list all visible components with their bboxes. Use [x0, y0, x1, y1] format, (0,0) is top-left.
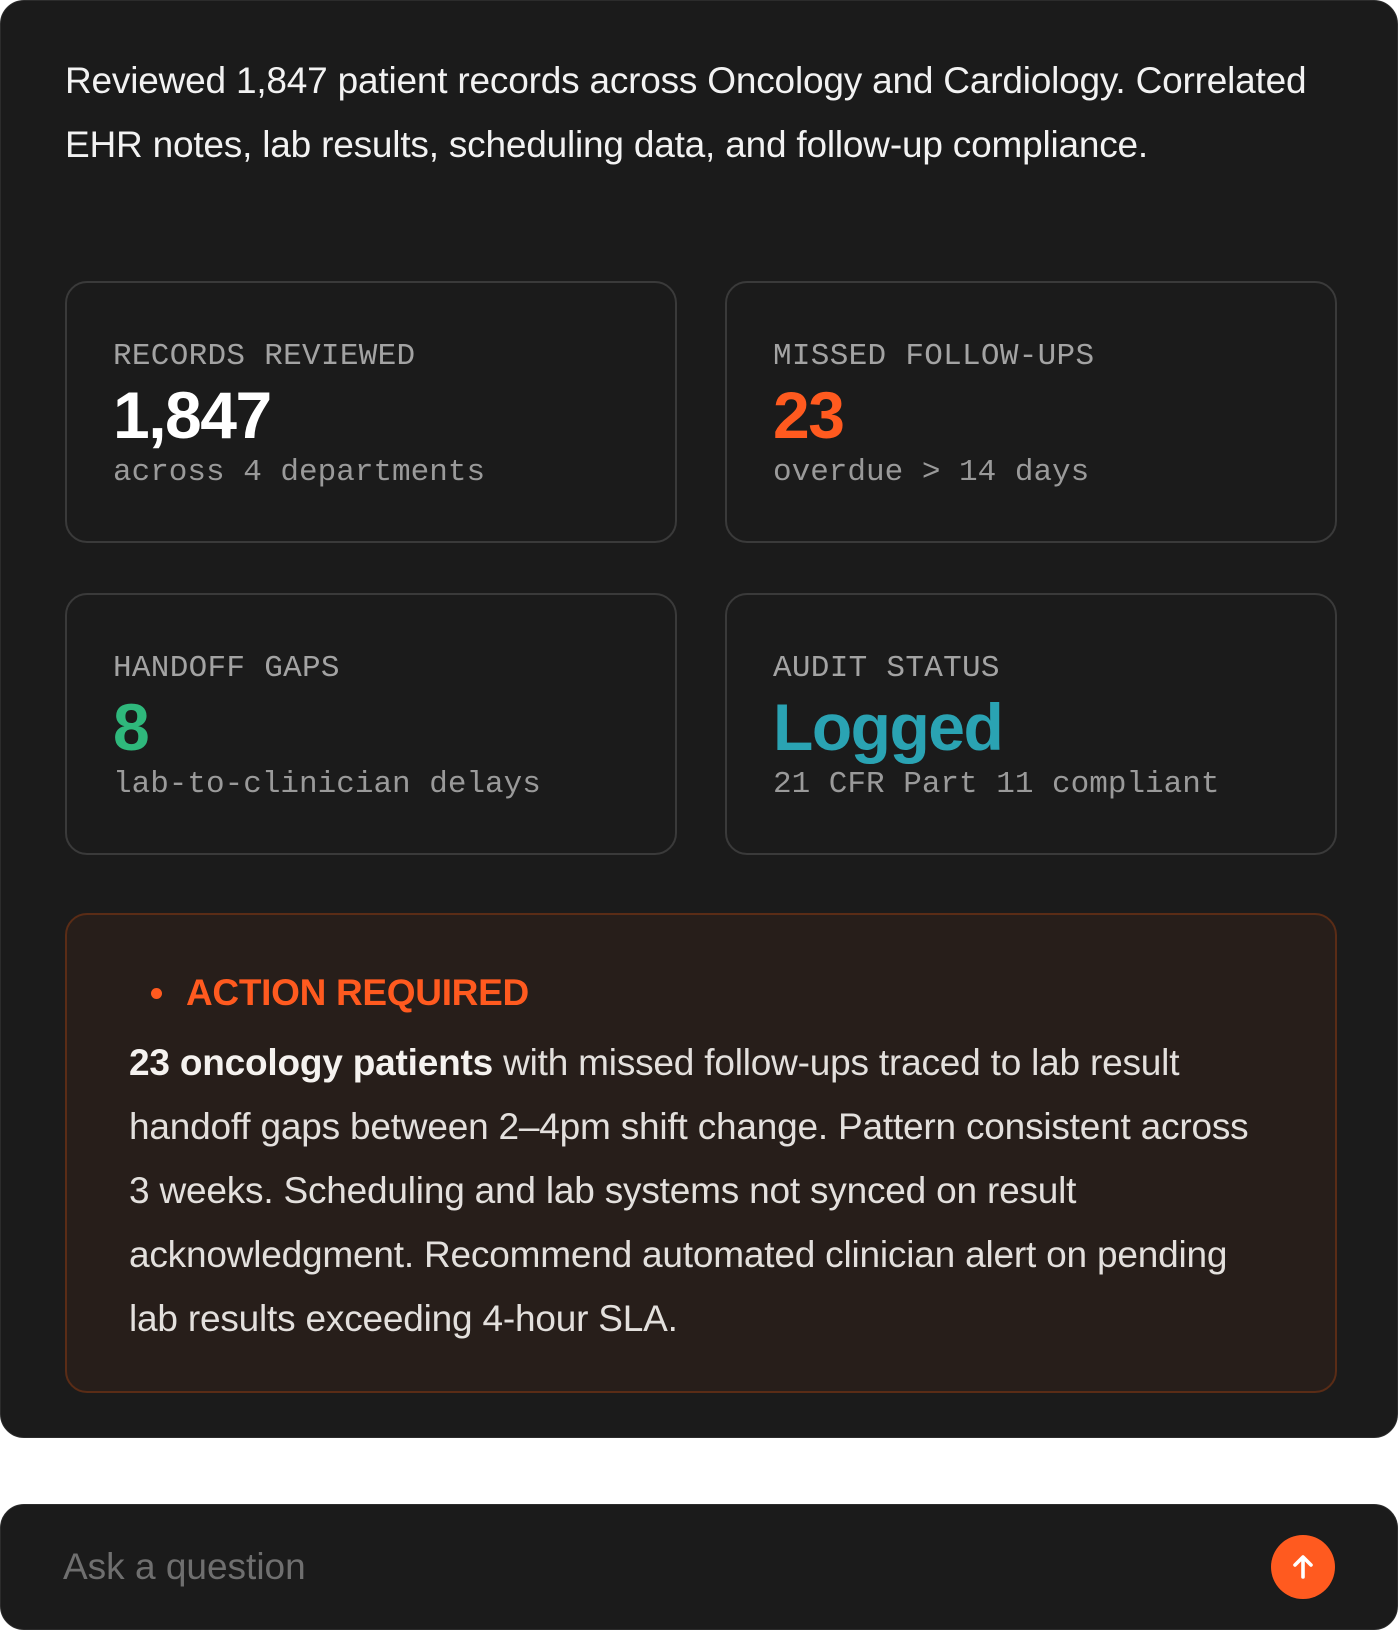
stat-value: Logged: [773, 690, 1004, 764]
stat-label: AUDIT STATUS: [773, 651, 1000, 686]
stat-subtext: 21 CFR Part 11 compliant: [773, 767, 1220, 802]
stat-card-handoff-gaps: HANDOFF GAPS 8 lab-to-clinician delays: [65, 593, 677, 855]
result-card: Reviewed 1,847 patient records across On…: [0, 0, 1398, 1438]
action-required-panel: ACTION REQUIRED 23 oncology patients wit…: [65, 913, 1337, 1393]
stat-card-missed-follow-ups: MISSED FOLLOW-UPS 23 overdue > 14 days: [725, 281, 1337, 543]
alert-title: ACTION REQUIRED: [186, 972, 529, 1013]
alert-body-text: with missed follow-ups traced to lab res…: [129, 1042, 1249, 1339]
stat-subtext: lab-to-clinician delays: [113, 767, 541, 802]
stat-card-records-reviewed: RECORDS REVIEWED 1,847 across 4 departme…: [65, 281, 677, 543]
alert-body: 23 oncology patients with missed follow-…: [129, 1031, 1269, 1351]
stat-label: RECORDS REVIEWED: [113, 339, 416, 374]
stat-value: 1,847: [113, 378, 272, 452]
ask-bar: [0, 1504, 1398, 1630]
arrow-up-icon: [1288, 1552, 1318, 1582]
alert-highlight: 23 oncology patients: [129, 1042, 494, 1083]
bullet-dot-icon: [151, 987, 162, 999]
stat-value: 23: [773, 378, 845, 452]
alert-header: ACTION REQUIRED: [151, 969, 529, 1017]
summary-text: Reviewed 1,847 patient records across On…: [65, 60, 1307, 165]
stat-card-audit-status: AUDIT STATUS Logged 21 CFR Part 11 compl…: [725, 593, 1337, 855]
stat-subtext: overdue > 14 days: [773, 455, 1090, 490]
send-button[interactable]: [1271, 1535, 1335, 1599]
stat-subtext: across 4 departments: [113, 455, 486, 490]
stat-label: HANDOFF GAPS: [113, 651, 340, 686]
stat-label: MISSED FOLLOW-UPS: [773, 339, 1095, 374]
question-input[interactable]: [63, 1535, 1243, 1599]
stat-value: 8: [113, 690, 150, 764]
